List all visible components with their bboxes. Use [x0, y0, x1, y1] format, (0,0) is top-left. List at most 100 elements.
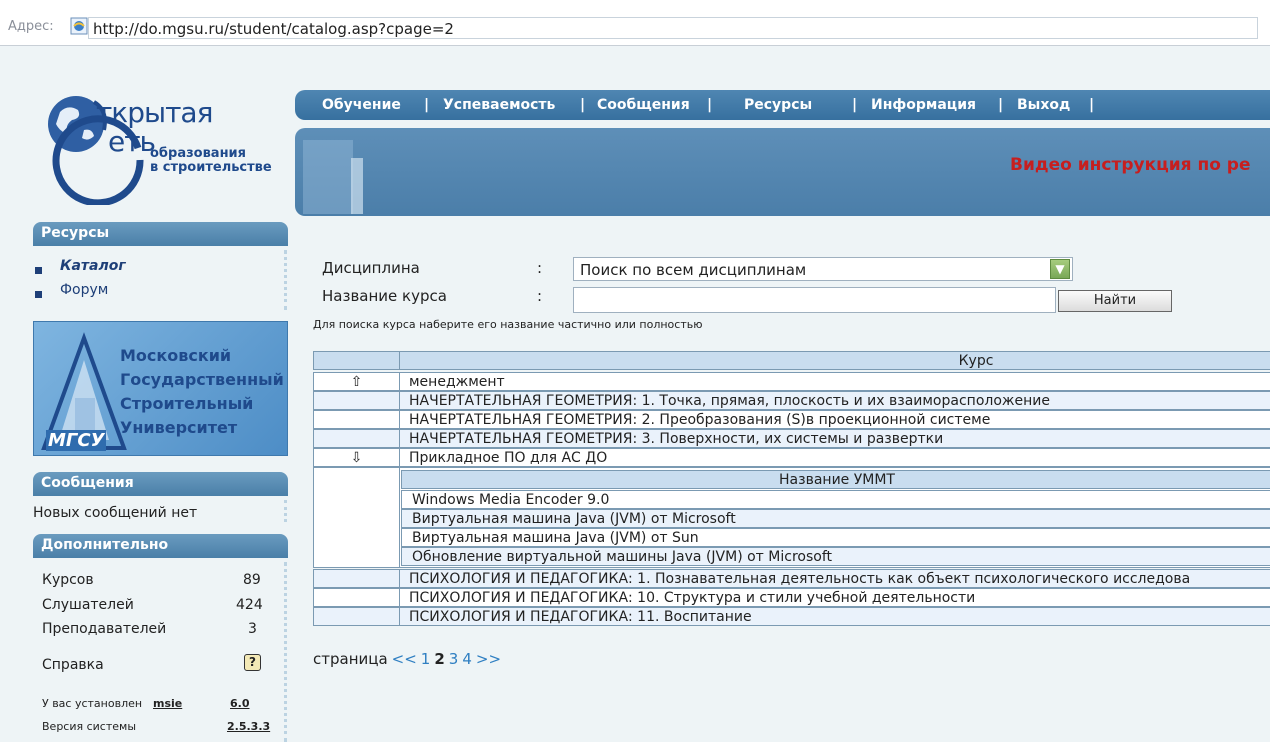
- discipline-select[interactable]: Поиск по всем дисциплинам: [573, 257, 1073, 281]
- nav-separator: |: [707, 97, 713, 113]
- discipline-label: Дисциплина: [322, 259, 420, 277]
- table-cell-course[interactable]: ПСИХОЛОГИЯ И ПЕДАГОГИКА: 1. Познавательн…: [399, 569, 1270, 588]
- nav-item-information[interactable]: Информация: [871, 97, 976, 113]
- browser-label: У вас установлен: [42, 697, 143, 710]
- stat-courses-label: Курсов: [42, 572, 94, 588]
- table-cell-arrow: [313, 429, 400, 448]
- table-row[interactable]: ПСИХОЛОГИЯ И ПЕДАГОГИКА: 10. Структура и…: [313, 588, 1270, 607]
- address-bar: Адрес: http://do.mgsu.ru/student/catalog…: [0, 0, 1270, 46]
- course-name-label: Название курса: [322, 287, 447, 305]
- expand-arrow-icon[interactable]: ⇩: [313, 448, 400, 467]
- table-cell-arrow: [313, 607, 400, 626]
- bullet-icon: [35, 291, 42, 298]
- table-row[interactable]: ПСИХОЛОГИЯ И ПЕДАГОГИКА: 1. Познавательн…: [313, 569, 1270, 588]
- mgsu-name-line2: Государственный: [120, 370, 284, 389]
- sidebar-divider: [284, 500, 288, 522]
- colon: :: [537, 287, 543, 305]
- pager-label: страница: [313, 650, 388, 668]
- mgsu-name-line4: Университет: [120, 418, 238, 437]
- logo-text-line3: образования: [150, 146, 247, 161]
- table-cell-course[interactable]: ПСИХОЛОГИЯ И ПЕДАГОГИКА: 10. Структура и…: [399, 588, 1270, 607]
- stat-listeners-value: 424: [236, 597, 263, 613]
- table-cell-course[interactable]: ПСИХОЛОГИЯ И ПЕДАГОГИКА: 11. Воспитание: [399, 607, 1270, 626]
- table-header-row: Курс: [313, 351, 1270, 370]
- bullet-icon: [35, 267, 42, 274]
- colon: :: [537, 259, 543, 277]
- table-cell-arrow: [313, 588, 400, 607]
- table-cell-course[interactable]: НАЧЕРТАТЕЛЬНАЯ ГЕОМЕТРИЯ: 2. Преобразова…: [399, 410, 1270, 429]
- address-label: Адрес:: [8, 19, 54, 34]
- nav-item-learning[interactable]: Обучение: [322, 97, 401, 113]
- logo-text-line4: в строительстве: [150, 160, 272, 175]
- nav-item-messages[interactable]: Сообщения: [597, 97, 690, 113]
- sidebar-item-catalog[interactable]: Каталог: [60, 258, 126, 274]
- system-version: 2.5.3.3: [227, 720, 271, 733]
- sidebar-item-forum[interactable]: Форум: [60, 282, 108, 298]
- nav-item-exit[interactable]: Выход: [1017, 97, 1070, 113]
- sidebar-divider: [284, 562, 288, 742]
- ie-page-icon: [70, 17, 88, 35]
- find-button[interactable]: Найти: [1058, 290, 1172, 312]
- pager-prev-link[interactable]: <<: [392, 650, 417, 668]
- course-name-input[interactable]: [573, 287, 1056, 313]
- table-row[interactable]: ПСИХОЛОГИЯ И ПЕДАГОГИКА: 11. Воспитание: [313, 607, 1270, 626]
- nav-separator: |: [580, 97, 586, 113]
- stat-courses-value: 89: [243, 572, 261, 588]
- search-hint: Для поиска курса наберите его название ч…: [313, 318, 703, 331]
- sidebar-extra-header: Дополнительно: [33, 534, 288, 558]
- pagination: страница << 1 2 3 4 >>: [313, 650, 505, 668]
- help-icon[interactable]: ?: [244, 654, 261, 671]
- chevron-down-icon[interactable]: ▼: [1050, 259, 1070, 279]
- table-cell-course[interactable]: НАЧЕРТАТЕЛЬНАЯ ГЕОМЕТРИЯ: 3. Поверхности…: [399, 429, 1270, 448]
- stat-listeners-label: Слушателей: [42, 597, 134, 613]
- pager-page-link[interactable]: 4: [462, 650, 472, 668]
- video-instruction-link[interactable]: Видео инструкция по ре: [1010, 155, 1251, 175]
- table-row[interactable]: ⇩ Прикладное ПО для АС ДО: [313, 448, 1270, 467]
- sidebar-messages-header: Сообщения: [33, 472, 288, 496]
- banner-decoration-icon: [303, 140, 363, 214]
- table-cell-arrow: [313, 569, 400, 588]
- subtable-row[interactable]: Обновление виртуальной машины Java (JVM)…: [401, 547, 1270, 566]
- subtable-row[interactable]: Windows Media Encoder 9.0: [401, 490, 1270, 509]
- subtable-header: Название УММТ: [401, 470, 1270, 489]
- address-url-input[interactable]: http://do.mgsu.ru/student/catalog.asp?cp…: [88, 17, 1258, 39]
- subtable-row[interactable]: Виртуальная машина Java (JVM) от Microso…: [401, 509, 1270, 528]
- sidebar-divider: [284, 250, 288, 310]
- messages-status: Новых сообщений нет: [33, 505, 198, 521]
- system-label: Версия системы: [42, 720, 137, 733]
- nav-separator: |: [852, 97, 858, 113]
- nav-separator: |: [998, 97, 1004, 113]
- pager-current-page: 2: [434, 650, 445, 668]
- table-cell-course[interactable]: Прикладное ПО для АС ДО: [399, 448, 1270, 467]
- table-row[interactable]: НАЧЕРТАТЕЛЬНАЯ ГЕОМЕТРИЯ: 1. Точка, прям…: [313, 391, 1270, 410]
- sidebar-resources-header: Ресурсы: [33, 222, 288, 246]
- mgsu-name-line1: Московский: [120, 346, 232, 365]
- table-row[interactable]: НАЧЕРТАТЕЛЬНАЯ ГЕОМЕТРИЯ: 3. Поверхности…: [313, 429, 1270, 448]
- browser-version: 6.0: [230, 697, 250, 710]
- nav-item-progress[interactable]: Успеваемость: [443, 97, 555, 113]
- help-label: Справка: [42, 657, 104, 673]
- pager-page-link[interactable]: 1: [421, 650, 431, 668]
- table-header-course: Курс: [399, 351, 1270, 370]
- nav-separator: |: [1089, 97, 1095, 113]
- table-header-cell: [313, 351, 400, 370]
- stat-teachers-value: 3: [248, 621, 257, 637]
- nav-item-resources[interactable]: Ресурсы: [744, 97, 812, 113]
- table-cell-course[interactable]: менеджмент: [399, 372, 1270, 391]
- pager-page-link[interactable]: 3: [449, 650, 459, 668]
- browser-name: msie: [153, 697, 183, 710]
- nav-separator: |: [424, 97, 430, 113]
- stat-teachers-label: Преподавателей: [42, 621, 167, 637]
- logo-text-line2: еть: [108, 125, 156, 158]
- subtable-row[interactable]: Виртуальная машина Java (JVM) от Sun: [401, 528, 1270, 547]
- mgsu-name-line3: Строительный: [120, 394, 254, 413]
- table-cell-arrow: [313, 467, 400, 568]
- table-row[interactable]: НАЧЕРТАТЕЛЬНАЯ ГЕОМЕТРИЯ: 2. Преобразова…: [313, 410, 1270, 429]
- collapse-arrow-icon[interactable]: ⇧: [313, 372, 400, 391]
- pager-next-link[interactable]: >>: [476, 650, 501, 668]
- table-cell-course[interactable]: НАЧЕРТАТЕЛЬНАЯ ГЕОМЕТРИЯ: 1. Точка, прям…: [399, 391, 1270, 410]
- mgsu-abbr: МГСУ: [46, 430, 107, 451]
- table-row[interactable]: ⇧ менеджмент: [313, 372, 1270, 391]
- table-cell-arrow: [313, 391, 400, 410]
- table-cell-arrow: [313, 410, 400, 429]
